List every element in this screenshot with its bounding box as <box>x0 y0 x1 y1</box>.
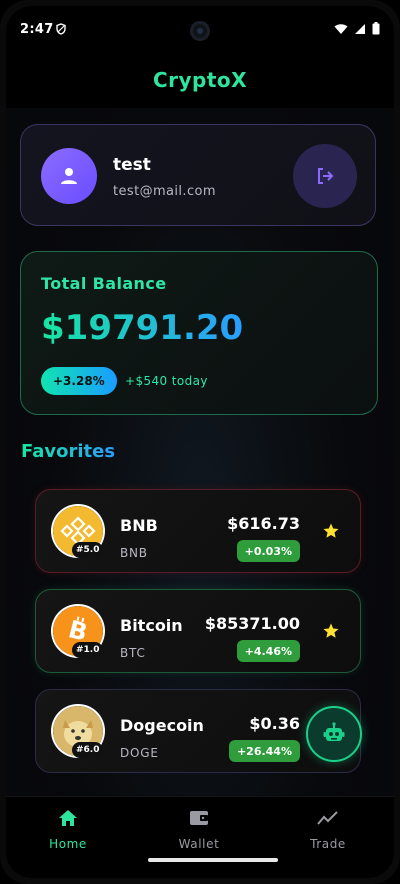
balance-amount: $19791.20 <box>41 308 244 348</box>
app-title: CryptoX <box>152 68 248 92</box>
profile-name: test <box>113 155 151 175</box>
balance-change-badge: +3.28% <box>41 367 117 395</box>
avatar <box>41 148 97 204</box>
coin-card-btc[interactable]: B #1.0 Bitcoin BTC $85371.00 +4.46% <box>35 589 361 673</box>
wifi-icon <box>334 23 348 34</box>
nav-trade[interactable]: Trade <box>278 809 378 851</box>
coin-symbol: BNB <box>120 546 148 560</box>
app-screen: 2:47 CryptoX test test@mail.com Total Ba… <box>6 6 394 878</box>
balance-today: +$540 today <box>125 374 208 388</box>
status-bar: 2:47 <box>6 6 394 52</box>
coin-symbol: BTC <box>120 646 146 660</box>
nav-home[interactable]: Home <box>18 809 118 851</box>
wallet-icon <box>190 811 208 825</box>
cellular-icon <box>355 23 365 34</box>
coin-rank: #6.0 <box>72 742 104 758</box>
bottom-navigation: Home Wallet Trade <box>6 796 394 878</box>
coin-change-badge: +0.03% <box>236 540 300 562</box>
status-time: 2:47 <box>20 22 54 37</box>
nav-wallet-label: Wallet <box>178 837 220 851</box>
coin-rank: #1.0 <box>72 642 104 658</box>
coin-name: Dogecoin <box>120 716 204 735</box>
shield-icon <box>56 23 66 35</box>
coin-card-bnb[interactable]: #5.0 BNB BNB $616.73 +0.03% <box>35 489 361 573</box>
coin-symbol: DOGE <box>120 746 159 760</box>
front-camera <box>190 21 210 41</box>
logout-icon <box>318 168 334 184</box>
robot-icon <box>323 722 345 741</box>
trending-icon <box>317 811 338 825</box>
app-bar: CryptoX <box>6 52 394 108</box>
star-icon[interactable] <box>322 522 340 540</box>
home-indicator[interactable] <box>148 858 278 862</box>
nav-home-label: Home <box>49 837 87 851</box>
person-icon <box>61 168 77 184</box>
coin-change-badge: +26.44% <box>228 740 300 762</box>
coin-price: $616.73 <box>227 514 300 533</box>
profile-card: test test@mail.com <box>20 124 376 226</box>
logout-button[interactable] <box>293 144 357 208</box>
star-icon[interactable] <box>322 622 340 640</box>
favorites-title: Favorites <box>21 441 116 462</box>
coin-rank: #5.0 <box>72 542 104 558</box>
balance-card: Total Balance $19791.20 +3.28% +$540 tod… <box>20 251 378 415</box>
phone-frame: 2:47 CryptoX test test@mail.com Total Ba… <box>0 0 400 884</box>
coin-price: $85371.00 <box>204 614 300 633</box>
nav-trade-label: Trade <box>310 837 346 851</box>
battery-icon <box>372 22 380 35</box>
ai-assistant-button[interactable] <box>306 706 362 762</box>
balance-title: Total Balance <box>41 274 167 293</box>
coin-price: $0.36 <box>249 714 300 733</box>
status-icons <box>334 22 380 35</box>
coin-change-badge: +4.46% <box>236 640 300 662</box>
profile-email: test@mail.com <box>113 184 216 199</box>
coin-name: Bitcoin <box>120 616 183 635</box>
nav-wallet[interactable]: Wallet <box>149 809 249 851</box>
home-icon <box>59 810 77 826</box>
coin-name: BNB <box>120 516 158 535</box>
